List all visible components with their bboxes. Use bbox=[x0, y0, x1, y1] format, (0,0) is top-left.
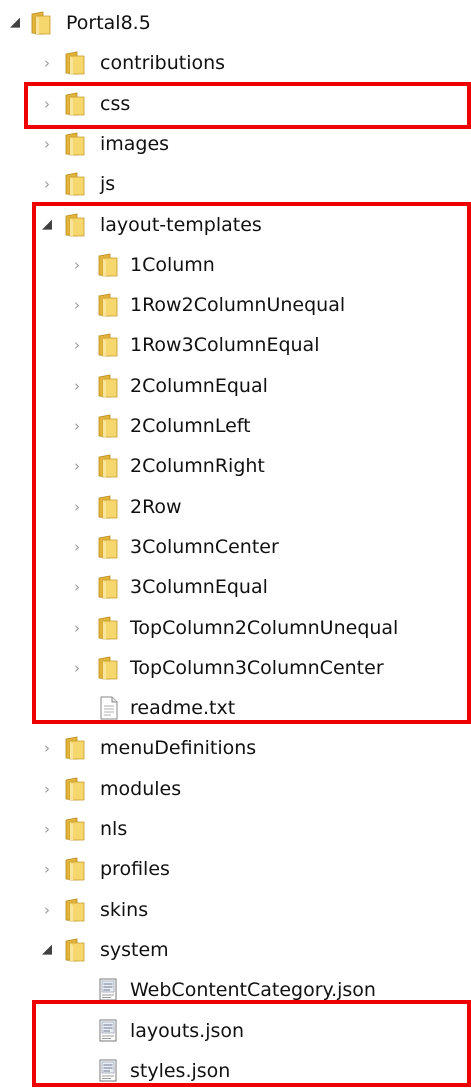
expand-arrow-icon[interactable]: › bbox=[40, 861, 54, 877]
tree-item-modules[interactable]: › modules bbox=[0, 769, 471, 809]
tree-item-nls[interactable]: › nls bbox=[0, 809, 471, 849]
folder-icon bbox=[62, 816, 88, 842]
tree-item-label: images bbox=[100, 132, 170, 155]
tree-item-label: skins bbox=[100, 898, 149, 921]
expand-arrow-icon[interactable]: › bbox=[40, 55, 54, 71]
folder-icon bbox=[28, 10, 54, 36]
tree-item-label: Portal8.5 bbox=[66, 12, 151, 34]
collapse-arrow-icon[interactable]: ◢ bbox=[40, 942, 54, 958]
tree-item-contributions[interactable]: › contributions bbox=[0, 43, 471, 83]
tree-item-images[interactable]: › images bbox=[0, 124, 471, 164]
folder-icon bbox=[62, 856, 88, 882]
tree-item-label: js bbox=[100, 173, 116, 196]
collapse-arrow-icon[interactable]: ◢ bbox=[8, 15, 22, 31]
expand-arrow-icon[interactable]: › bbox=[40, 902, 54, 918]
highlight-css bbox=[24, 82, 471, 129]
folder-icon bbox=[62, 171, 88, 197]
folder-icon bbox=[62, 735, 88, 761]
tree-item-portal8-5[interactable]: ◢ Portal8.5 bbox=[0, 3, 471, 43]
folder-icon bbox=[62, 897, 88, 923]
folder-icon bbox=[62, 131, 88, 157]
tree-item-label: profiles bbox=[100, 858, 170, 881]
expand-arrow-icon[interactable]: › bbox=[40, 740, 54, 756]
folder-icon bbox=[62, 937, 88, 963]
tree-item-label: nls bbox=[100, 818, 128, 840]
folder-icon bbox=[62, 50, 88, 76]
folder-icon bbox=[62, 776, 88, 802]
expand-arrow-icon[interactable]: › bbox=[40, 821, 54, 837]
tree-item-label: system bbox=[100, 938, 169, 961]
tree-item-skins[interactable]: › skins bbox=[0, 890, 471, 930]
tree-item-menudefinitions[interactable]: › menuDefinitions bbox=[0, 728, 471, 768]
expand-arrow-icon[interactable]: › bbox=[40, 136, 54, 152]
highlight-system-files bbox=[32, 1000, 471, 1087]
tree-item-js[interactable]: › js bbox=[0, 164, 471, 204]
tree-item-label: menuDefinitions bbox=[100, 737, 257, 760]
expand-arrow-icon[interactable]: › bbox=[40, 176, 54, 192]
tree-item-profiles[interactable]: › profiles bbox=[0, 849, 471, 889]
expand-arrow-icon[interactable]: › bbox=[40, 781, 54, 797]
tree-item-label: modules bbox=[100, 777, 182, 800]
tree-item-label: contributions bbox=[100, 52, 226, 75]
tree-item-system[interactable]: ◢ system bbox=[0, 930, 471, 970]
highlight-layout-templates bbox=[32, 202, 471, 724]
